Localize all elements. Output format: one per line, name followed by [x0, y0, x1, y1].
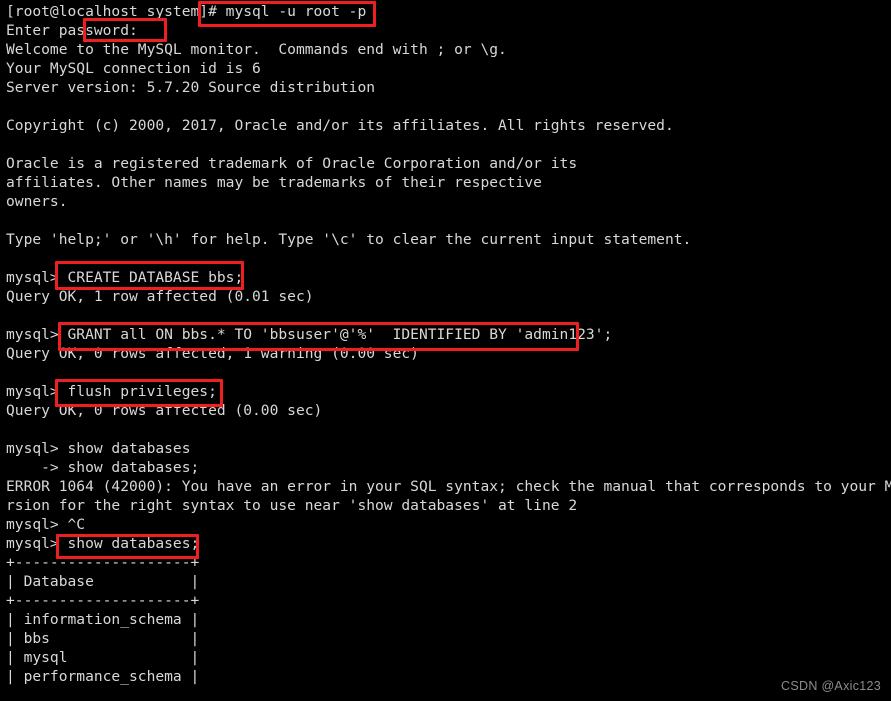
table-border-mid: +--------------------+ [6, 592, 200, 609]
terminal-line: affiliates. Other names may be trademark… [6, 174, 542, 191]
terminal-line: Query OK, 0 rows affected (0.00 sec) [6, 402, 323, 419]
terminal-output[interactable]: [root@localhost system]# mysql -u root -… [6, 2, 891, 686]
terminal-line: Query OK, 1 row affected (0.01 sec) [6, 288, 314, 305]
terminal-line: mysql> show databases [6, 440, 191, 457]
terminal-line: Enter password: [6, 22, 138, 39]
terminal-line: mysql> ^C [6, 516, 86, 533]
terminal-line: owners. [6, 193, 68, 210]
terminal-line: ERROR 1064 (42000): You have an error in… [6, 478, 891, 495]
terminal-line: [root@localhost system]# mysql -u root -… [6, 3, 367, 20]
table-row: | performance_schema | [6, 668, 200, 685]
terminal-line: Type 'help;' or '\h' for help. Type '\c'… [6, 231, 692, 248]
table-header-row: | Database | [6, 573, 200, 590]
terminal-line: -> show databases; [6, 459, 200, 476]
terminal-line: Oracle is a registered trademark of Orac… [6, 155, 578, 172]
terminal-line: Copyright (c) 2000, 2017, Oracle and/or … [6, 117, 674, 134]
terminal-line: Welcome to the MySQL monitor. Commands e… [6, 41, 507, 58]
table-row: | mysql | [6, 649, 200, 666]
terminal-line: Query OK, 0 rows affected, 1 warning (0.… [6, 345, 419, 362]
terminal-line: rsion for the right syntax to use near '… [6, 497, 578, 514]
table-row: | information_schema | [6, 611, 200, 628]
terminal-window[interactable]: [root@localhost system]# mysql -u root -… [0, 0, 891, 701]
terminal-line: mysql> CREATE DATABASE bbs; [6, 269, 244, 286]
terminal-line: Your MySQL connection id is 6 [6, 60, 261, 77]
terminal-line: mysql> flush privileges; [6, 383, 217, 400]
terminal-line: Server version: 5.7.20 Source distributi… [6, 79, 376, 96]
table-row: | bbs | [6, 630, 200, 647]
watermark: CSDN @Axic123 [781, 679, 881, 693]
terminal-line: mysql> GRANT all ON bbs.* TO 'bbsuser'@'… [6, 326, 613, 343]
terminal-line: mysql> show databases; [6, 535, 200, 552]
table-border-top: +--------------------+ [6, 554, 200, 571]
